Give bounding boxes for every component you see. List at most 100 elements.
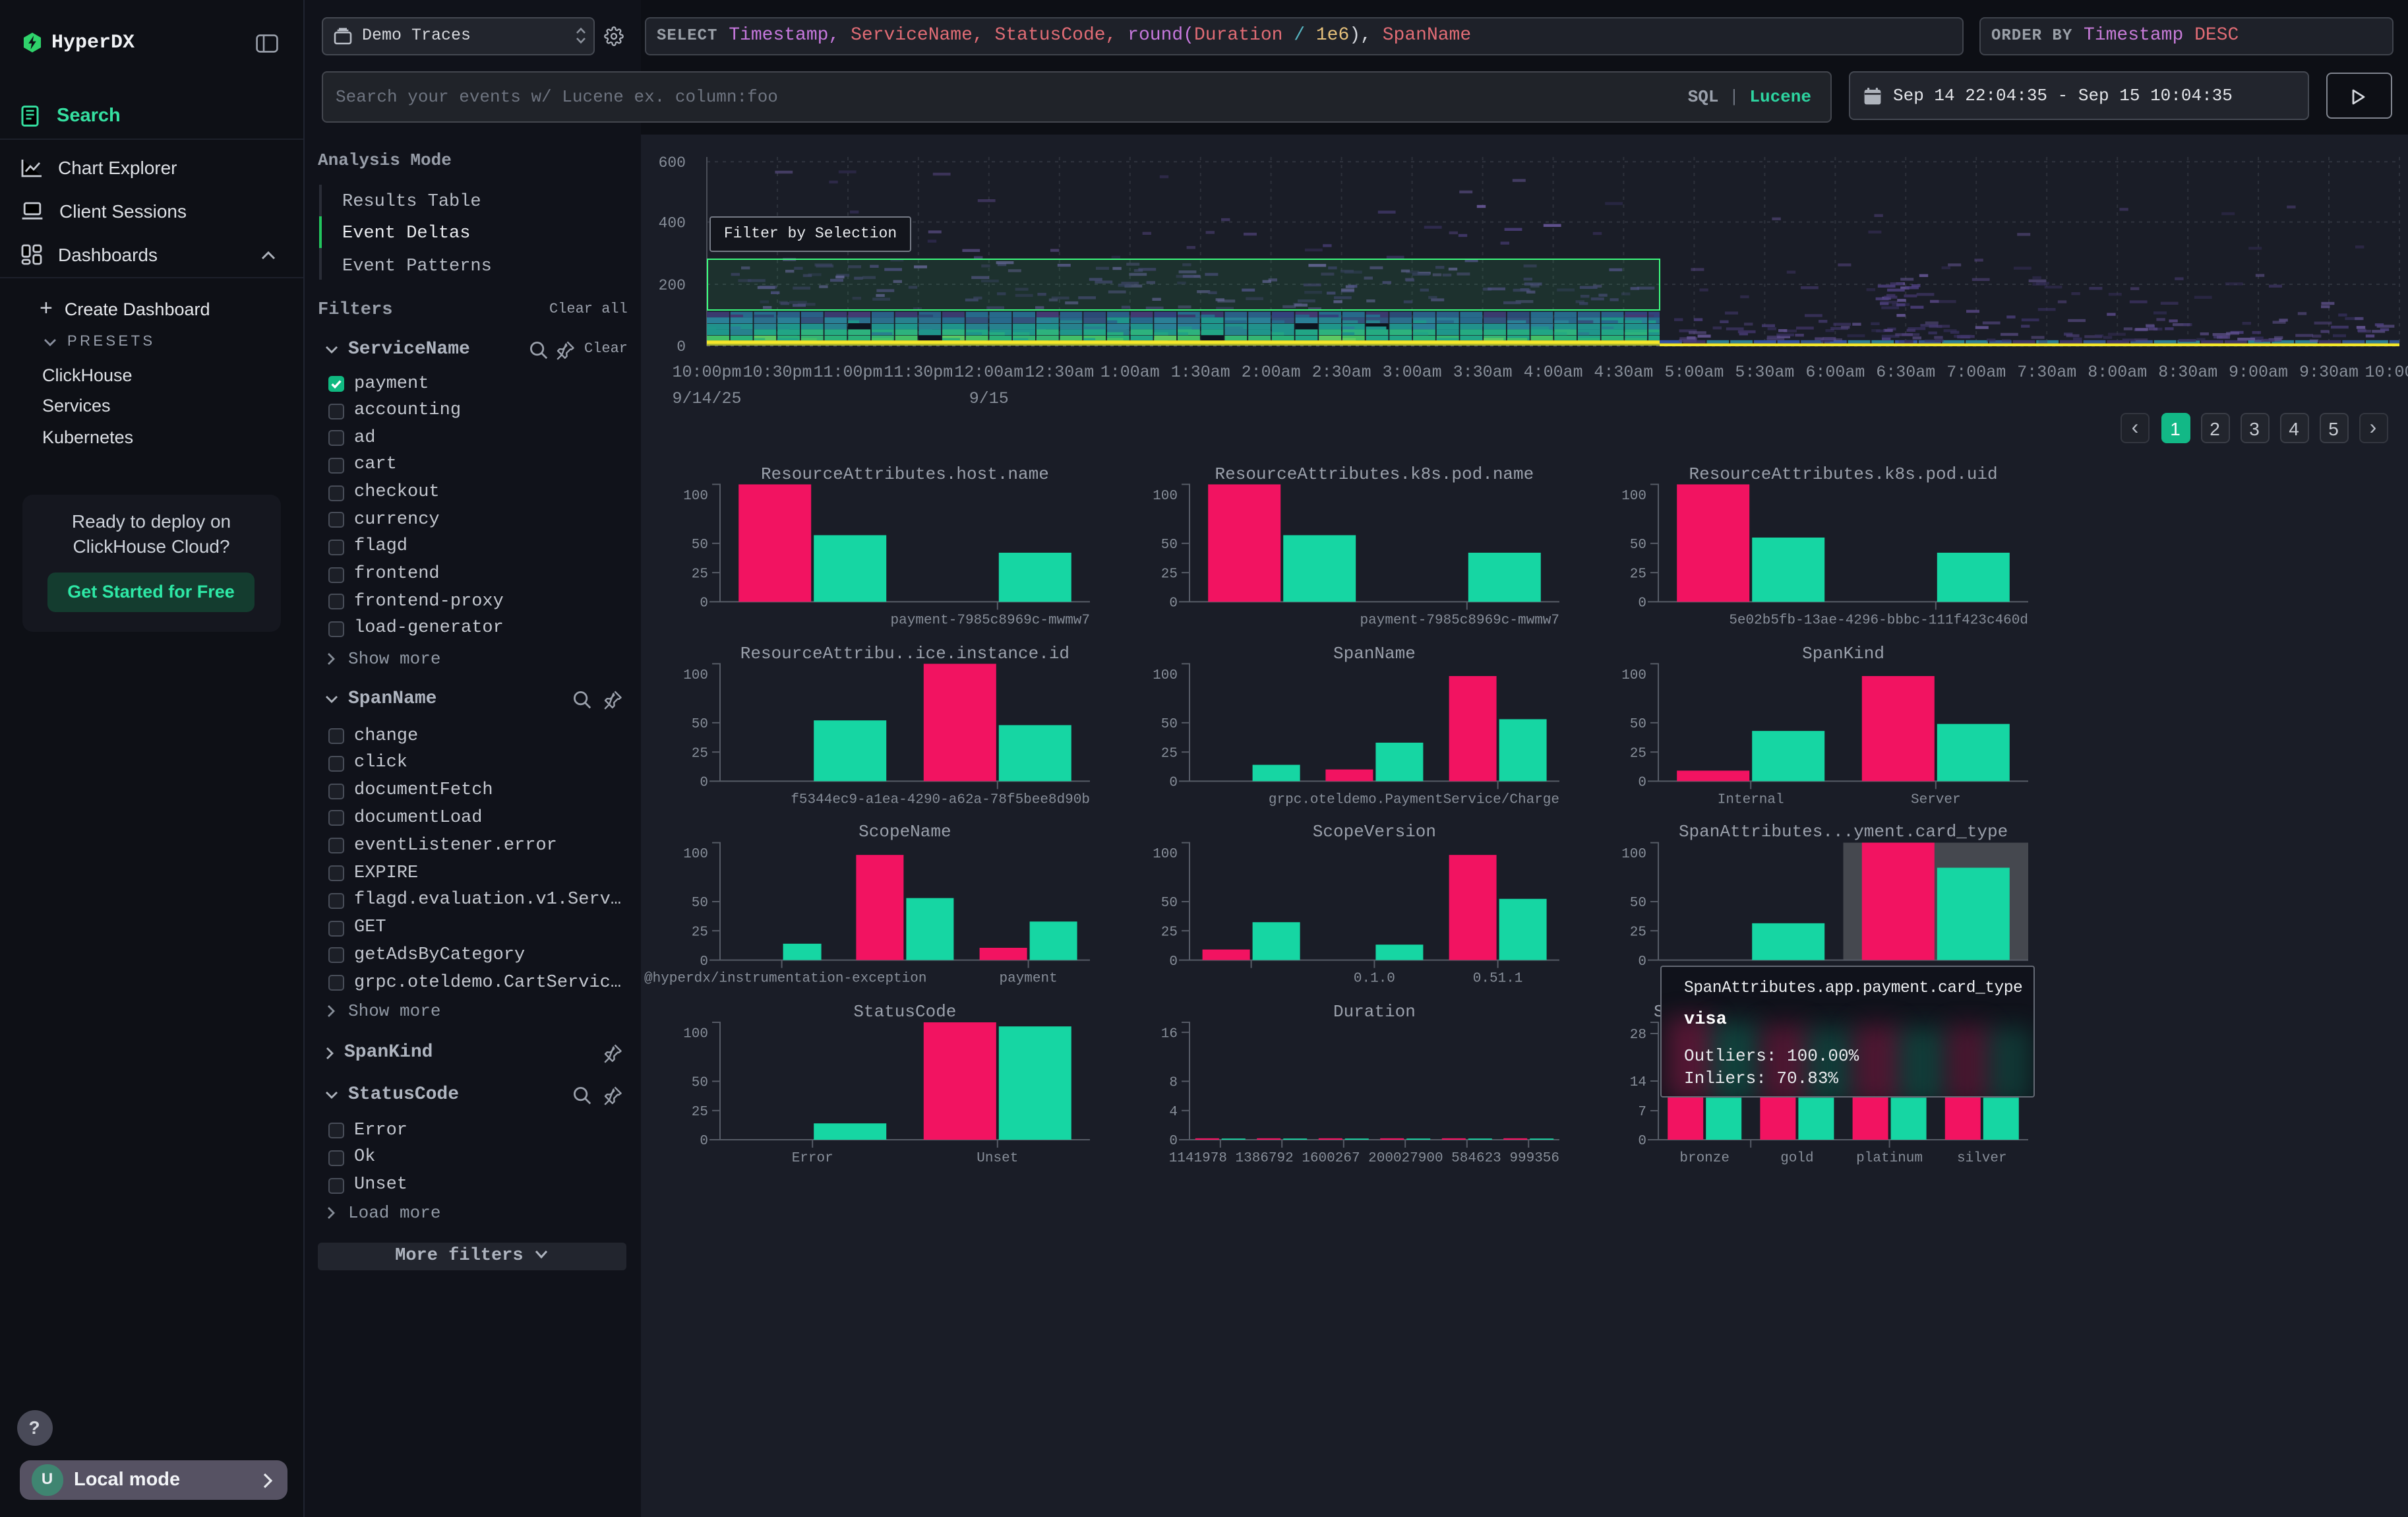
svg-text:50: 50: [692, 896, 708, 911]
svg-text:100: 100: [1621, 668, 1646, 683]
svg-text:2:00am: 2:00am: [1242, 363, 1301, 382]
svg-text:Internal: Internal: [1718, 792, 1784, 807]
svg-text:0: 0: [700, 954, 708, 970]
svg-text:9:30am: 9:30am: [2299, 363, 2359, 382]
svg-text:0: 0: [1169, 954, 1178, 970]
svg-text:50: 50: [1161, 896, 1178, 911]
svg-text:0: 0: [1638, 954, 1646, 970]
svg-text:0: 0: [1638, 596, 1646, 611]
svg-text:Duration: Duration: [1333, 1002, 1416, 1022]
svg-text:50: 50: [1630, 538, 1646, 553]
svg-text:400: 400: [659, 215, 686, 232]
svg-text:ScopeName: ScopeName: [858, 822, 951, 842]
svg-text:SpanName: SpanName: [1333, 644, 1416, 664]
svg-text:25: 25: [1161, 746, 1178, 761]
svg-text:bronze: bronze: [1679, 1151, 1730, 1166]
svg-text:0.1.0: 0.1.0: [1354, 972, 1395, 987]
svg-text:100: 100: [1621, 847, 1646, 862]
svg-text:grpc.oteldemo.PaymentService/C: grpc.oteldemo.PaymentService/Charge: [1269, 792, 1559, 807]
svg-text:ResourceAttributes.k8s.pod.uid: ResourceAttributes.k8s.pod.uid: [1689, 464, 1998, 484]
svg-text:1:30am: 1:30am: [1171, 363, 1230, 382]
svg-text:12:30am: 12:30am: [1025, 363, 1094, 382]
svg-text:11:30pm: 11:30pm: [884, 363, 953, 382]
svg-text:8:30am: 8:30am: [2158, 363, 2217, 382]
svg-text:Error: Error: [792, 1151, 833, 1166]
svg-text:SpanAttributes...yment.card_ty: SpanAttributes...yment.card_type: [1679, 822, 2008, 842]
svg-text:5:30am: 5:30am: [1735, 363, 1794, 382]
svg-text:10:00am: 10:00am: [2364, 363, 2408, 382]
svg-text:7: 7: [1638, 1105, 1646, 1120]
svg-text:3:30am: 3:30am: [1453, 363, 1513, 382]
svg-text:StatusCode: StatusCode: [853, 1002, 956, 1022]
svg-text:50: 50: [1161, 538, 1178, 553]
svg-text:0: 0: [700, 1134, 708, 1149]
svg-text:100: 100: [683, 668, 708, 683]
svg-text:6:30am: 6:30am: [1876, 363, 1935, 382]
svg-text:payment-7985c8969c-mwmw7: payment-7985c8969c-mwmw7: [1360, 613, 1559, 628]
svg-text:25: 25: [692, 925, 708, 940]
svg-text:25: 25: [692, 746, 708, 761]
svg-text:f5344ec9-a1ea-4290-a62a-78f5be: f5344ec9-a1ea-4290-a62a-78f5bee8d90b: [791, 792, 1090, 807]
svg-text:6:00am: 6:00am: [1805, 363, 1865, 382]
svg-text:platinum: platinum: [1856, 1151, 1923, 1166]
svg-text:0: 0: [1169, 1134, 1178, 1149]
svg-text:4:30am: 4:30am: [1594, 363, 1653, 382]
svg-text:600: 600: [659, 154, 686, 171]
svg-text:2:30am: 2:30am: [1312, 363, 1371, 382]
svg-text:8:00am: 8:00am: [2088, 363, 2147, 382]
svg-text:11:00pm: 11:00pm: [813, 363, 882, 382]
svg-text:0: 0: [700, 596, 708, 611]
svg-text:200: 200: [659, 277, 686, 294]
svg-text:100: 100: [683, 1026, 708, 1041]
svg-text:SpanKind: SpanKind: [1802, 644, 1884, 664]
svg-text:Server: Server: [1911, 792, 1961, 807]
svg-text:25: 25: [1630, 925, 1646, 940]
svg-text:10:00pm: 10:00pm: [672, 363, 741, 382]
svg-text:100: 100: [1153, 847, 1178, 862]
svg-text:100: 100: [683, 489, 708, 504]
svg-text:4: 4: [1169, 1105, 1178, 1120]
svg-text:0: 0: [1638, 1134, 1646, 1149]
svg-text:4:00am: 4:00am: [1524, 363, 1583, 382]
svg-text:1:00am: 1:00am: [1100, 363, 1160, 382]
svg-text:0: 0: [677, 338, 686, 356]
svg-text:0: 0: [700, 776, 708, 791]
svg-text:100: 100: [1153, 489, 1178, 504]
svg-text:14: 14: [1630, 1075, 1646, 1090]
svg-text:0: 0: [1169, 776, 1178, 791]
svg-text:25: 25: [1161, 925, 1178, 940]
svg-text:1141978 1386792 1600267 200027: 1141978 1386792 1600267 200027900 584623…: [1169, 1151, 1559, 1166]
svg-text:3:00am: 3:00am: [1383, 363, 1442, 382]
svg-text:5:00am: 5:00am: [1664, 363, 1724, 382]
svg-text:10:30pm: 10:30pm: [742, 363, 812, 382]
svg-text:25: 25: [1630, 746, 1646, 761]
svg-text:8: 8: [1169, 1076, 1178, 1091]
svg-text:5e02b5fb-13ae-4296-bbbc-111f42: 5e02b5fb-13ae-4296-bbbc-111f423c460d: [1729, 613, 2028, 628]
svg-text:25: 25: [692, 1105, 708, 1120]
svg-text:Unset: Unset: [977, 1151, 1018, 1166]
svg-text:50: 50: [692, 1076, 708, 1091]
svg-text:0: 0: [1638, 776, 1646, 791]
svg-text:ScopeVersion: ScopeVersion: [1313, 822, 1436, 842]
svg-text:25: 25: [1630, 567, 1646, 582]
svg-text:100: 100: [1153, 668, 1178, 683]
svg-text:25: 25: [1161, 567, 1178, 582]
svg-text:ResourceAttribu..ice.instance.: ResourceAttribu..ice.instance.id: [740, 644, 1069, 664]
svg-text:12:00am: 12:00am: [954, 363, 1023, 382]
svg-text:100: 100: [1621, 489, 1646, 504]
svg-text:7:30am: 7:30am: [2017, 363, 2076, 382]
svg-text:payment: payment: [999, 972, 1057, 987]
svg-text:gold: gold: [1780, 1151, 1813, 1166]
svg-text:9/14/25: 9/14/25: [672, 389, 741, 408]
svg-text:28: 28: [1630, 1028, 1646, 1043]
svg-text:9/15: 9/15: [969, 389, 1009, 408]
svg-text:payment-7985c8969c-mwmw7: payment-7985c8969c-mwmw7: [891, 613, 1090, 628]
svg-text:16: 16: [1161, 1026, 1178, 1041]
svg-text:silver: silver: [1957, 1151, 2007, 1166]
svg-text:ResourceAttributes.k8s.pod.nam: ResourceAttributes.k8s.pod.name: [1215, 464, 1534, 484]
svg-text:0: 0: [1169, 596, 1178, 611]
svg-text:7:00am: 7:00am: [1946, 363, 2006, 382]
svg-text:50: 50: [692, 538, 708, 553]
svg-text:50: 50: [1630, 717, 1646, 732]
svg-text:50: 50: [1161, 717, 1178, 732]
